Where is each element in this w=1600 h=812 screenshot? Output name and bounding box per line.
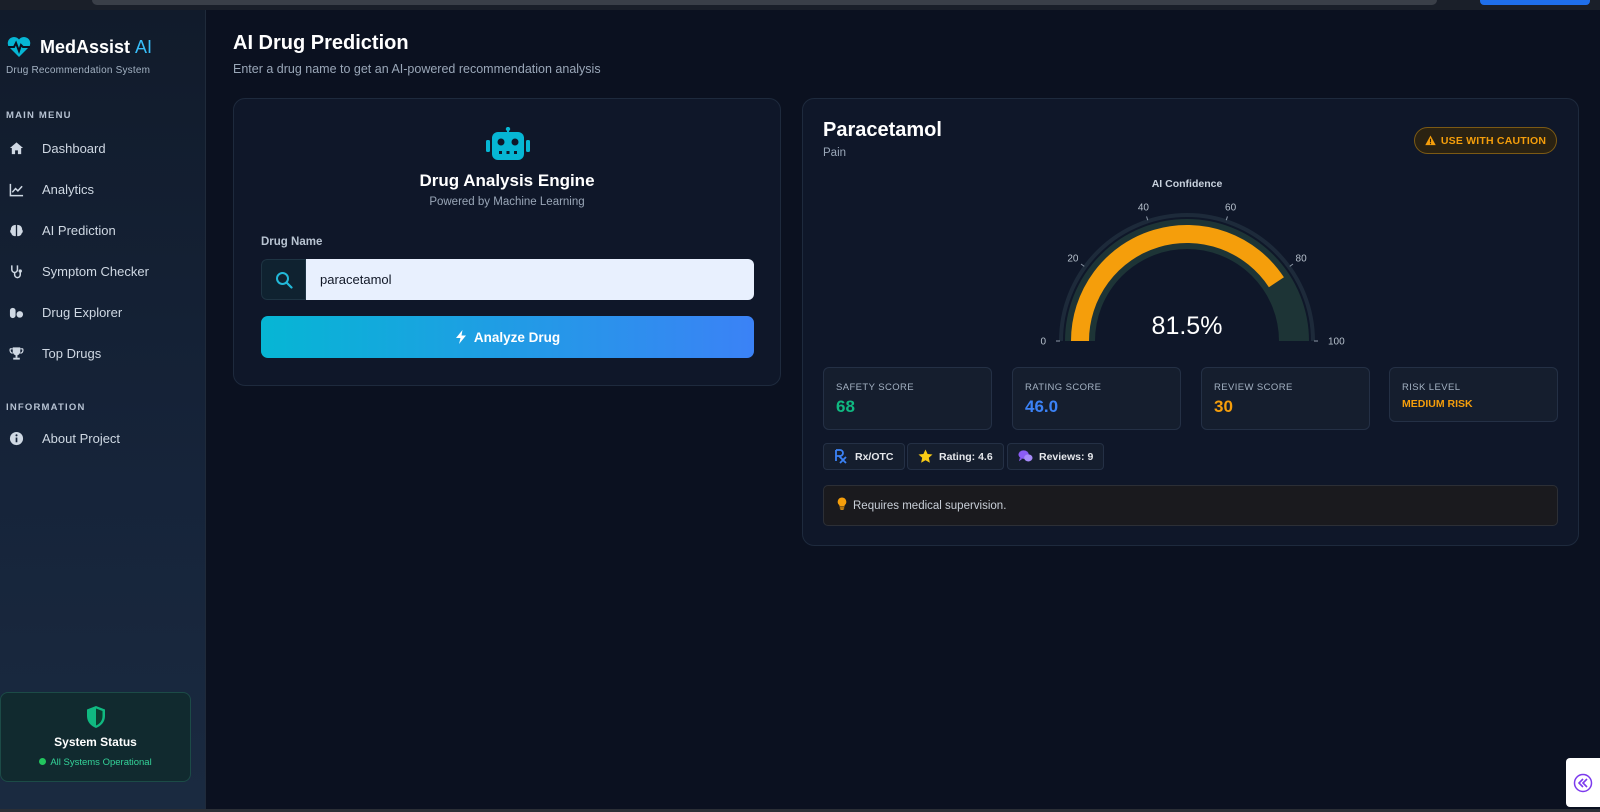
gauge-tick-label: 100 [1328,337,1345,348]
sidebar-item-label: Top Drugs [42,345,102,361]
sidebar-item-label: About Project [42,430,121,446]
advice-note: Requires medical supervision. [823,485,1558,526]
search-icon [261,259,306,300]
risk-level-value: MEDIUM RISK [1402,398,1473,410]
brand-subtitle: Drug Recommendation System [6,65,151,76]
stat-label: RATING SCORE [1025,382,1102,393]
sidebar-item-ai-prediction[interactable]: AI Prediction [0,212,205,248]
gauge-tick-label: 40 [1138,202,1150,213]
gauge-value: 81.5% [1152,312,1223,340]
safety-score-card: SAFETY SCORE 68 [823,367,992,430]
prescription-icon [835,449,847,464]
sidebar-item-label: Analytics [42,181,95,197]
system-status-label: All Systems Operational [50,757,152,768]
heartbeat-icon [7,37,31,57]
chip-label: Rx/OTC [855,450,894,463]
brand-name: MedAssist [40,36,131,57]
review-score-card: REVIEW SCORE 30 [1201,367,1370,430]
engine-subtitle: Powered by Machine Learning [429,196,585,208]
lightbulb-icon [837,497,847,510]
chip-label: Reviews: 9 [1039,450,1094,463]
shield-check-icon [87,706,105,728]
gauge-tick-mark [1080,263,1085,267]
sidebar-item-symptom-checker[interactable]: Symptom Checker [0,253,205,289]
gauge-tick-label: 0 [1040,337,1046,348]
chip-label: Rating: 4.6 [939,450,993,463]
rx-otc-chip: Rx/OTC [823,443,905,470]
warning-icon [1425,135,1436,146]
caution-badge-text: USE WITH CAUTION [1440,134,1547,147]
rating-chip: Rating: 4.6 [907,443,1004,470]
stat-label: RISK LEVEL [1402,382,1461,393]
drug-analysis-card: Drug Analysis Engine Powered by Machine … [233,98,781,386]
caution-badge: USE WITH CAUTION [1414,127,1557,154]
browser-action-button[interactable] [1480,0,1590,5]
rating-score-card: RATING SCORE 46.0 [1012,367,1181,430]
sidebar-item-analytics[interactable]: Analytics [0,171,205,207]
system-status-text: All Systems Operational [1,757,190,768]
trophy-icon [8,345,24,361]
stat-label: SAFETY SCORE [836,382,915,393]
brand[interactable]: MedAssist AI [6,36,152,58]
double-chevron-left-icon [1573,773,1593,792]
engine-title: Drug Analysis Engine [419,171,595,190]
sidebar-item-about-project[interactable]: About Project [0,420,205,456]
page-title: AI Drug Prediction [233,32,409,54]
system-status-title: System Status [54,735,137,749]
sidebar-item-label: Symptom Checker [42,263,149,279]
comments-icon [1018,450,1033,462]
drug-name: Paracetamol [823,119,942,141]
gauge-tick-mark [1289,263,1294,267]
brand-suffix: AI [135,36,153,57]
confidence-gauge: AI Confidence 0 20 40 60 80 100 81.5% [1040,178,1345,348]
information-label: INFORMATION [6,402,86,413]
brain-icon [8,222,24,238]
analyze-drug-label: Analyze Drug [473,329,561,345]
sidebar-item-drug-explorer[interactable]: Drug Explorer [0,294,205,330]
drug-category: Pain [823,147,847,159]
browser-top-bar [0,0,1600,10]
sidebar-item-label: Dashboard [42,140,106,156]
gauge-tick-label: 80 [1296,254,1308,265]
sidebar-item-dashboard[interactable]: Dashboard [0,130,205,166]
bolt-icon [455,330,466,344]
star-icon [918,449,933,463]
collapse-panel-button[interactable] [1566,758,1600,807]
risk-level-card: RISK LEVEL MEDIUM RISK [1389,367,1558,422]
drug-name-input[interactable] [306,259,754,300]
pills-icon [8,304,24,320]
reviews-chip: Reviews: 9 [1007,443,1105,470]
robot-icon [486,127,530,160]
chart-line-icon [8,181,24,197]
prediction-result-card: Paracetamol Pain USE WITH CAUTION AI Con… [802,98,1579,546]
sidebar-item-label: Drug Explorer [42,304,123,320]
gauge-tick-label: 20 [1067,254,1079,265]
safety-score-value: 68 [836,397,855,416]
status-dot [39,757,47,765]
stat-label: REVIEW SCORE [1214,382,1293,393]
analyze-drug-button[interactable]: Analyze Drug [261,316,754,358]
home-icon [8,140,24,156]
address-bar[interactable] [92,0,1437,5]
info-icon [8,430,24,446]
sidebar: MedAssist AI Drug Recommendation System … [0,10,206,809]
system-status-card: System Status All Systems Operational [0,692,191,782]
sidebar-item-top-drugs[interactable]: Top Drugs [0,335,205,371]
page-subtitle: Enter a drug name to get an AI-powered r… [233,62,601,76]
sidebar-item-label: AI Prediction [42,222,116,238]
main-menu-label: MAIN MENU [6,110,72,121]
drug-search-field [261,259,754,300]
gauge-tick-label: 60 [1225,202,1237,213]
advice-note-text: Requires medical supervision. [853,499,1007,512]
review-score-value: 30 [1214,397,1233,416]
rating-score-value: 46.0 [1025,397,1059,416]
drug-name-label: Drug Name [261,236,323,248]
stethoscope-icon [8,263,24,279]
gauge-title: AI Confidence [1152,178,1223,190]
